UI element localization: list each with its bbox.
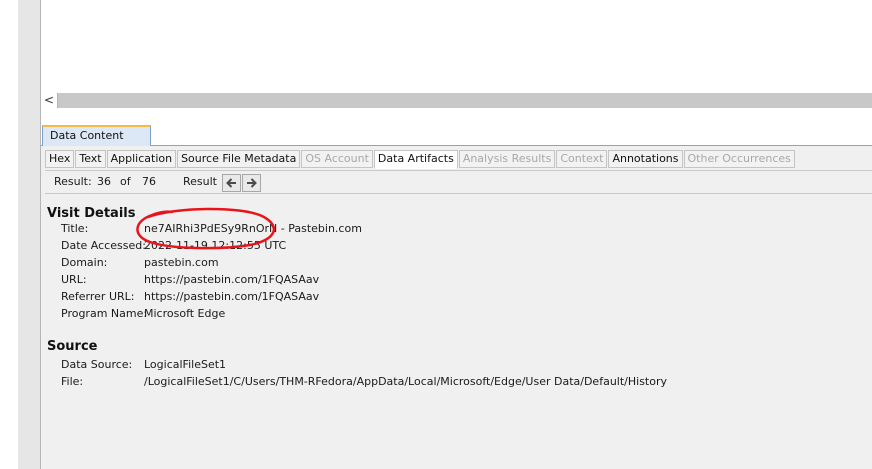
detail-label: Program Name: xyxy=(61,307,148,320)
left-margin xyxy=(0,0,40,469)
pane-divider xyxy=(40,108,872,124)
tab-os-account[interactable]: OS Account xyxy=(301,150,373,168)
content-viewer: Hex Text Application Source File Metadat… xyxy=(40,146,872,469)
detail-label: URL: xyxy=(61,273,87,286)
arrow-right-icon xyxy=(247,178,257,188)
source-heading: Source xyxy=(47,339,98,354)
tab-data-artifacts[interactable]: Data Artifacts xyxy=(373,150,458,169)
detail-label: File: xyxy=(61,375,84,388)
result-label: Result: xyxy=(54,175,92,188)
horizontal-scrollbar[interactable]: < xyxy=(40,93,872,108)
detail-value: LogicalFileSet1 xyxy=(144,358,227,371)
detail-label: Title: xyxy=(61,222,89,235)
result-of-label: of xyxy=(120,175,131,188)
viewer-subtabs: Hex Text Application Source File Metadat… xyxy=(45,150,796,169)
next-result-button[interactable] xyxy=(242,174,261,192)
tab-other-occurrences[interactable]: Other Occurrences xyxy=(683,150,795,168)
tab-annotations[interactable]: Annotations xyxy=(608,150,683,168)
detail-label: Data Source: xyxy=(61,358,133,371)
scroll-left-icon[interactable]: < xyxy=(41,93,58,108)
detail-value: pastebin.com xyxy=(144,256,219,269)
left-gutter xyxy=(18,0,40,469)
visit-details-heading: Visit Details xyxy=(47,206,136,221)
tab-hex[interactable]: Hex xyxy=(45,150,75,168)
detail-value: ne7AIRhi3PdESy9RnOrN - Pastebin.com xyxy=(144,222,362,235)
detail-value: 2022-11-19 12:12:55 UTC xyxy=(144,239,287,252)
tab-application[interactable]: Application xyxy=(106,150,177,168)
tab-source-file-metadata[interactable]: Source File Metadata xyxy=(177,150,301,168)
tab-data-content[interactable]: Data Content xyxy=(42,125,151,146)
tab-analysis-results[interactable]: Analysis Results xyxy=(458,150,556,168)
detail-label: Date Accessed: xyxy=(61,239,146,252)
result-navigation-bar: Result: 36 of 76 Result xyxy=(45,170,872,194)
detail-value: https://pastebin.com/1FQASAav xyxy=(144,290,320,303)
result-current: 36 xyxy=(97,175,111,188)
tab-text[interactable]: Text xyxy=(75,150,106,168)
detail-label: Domain: xyxy=(61,256,108,269)
content-viewer-tabstrip: Data Content xyxy=(40,124,872,146)
tab-context[interactable]: Context xyxy=(556,150,608,168)
result-total: 76 xyxy=(142,175,156,188)
arrow-left-icon xyxy=(226,178,236,188)
detail-value: https://pastebin.com/1FQASAav xyxy=(144,273,320,286)
detail-label: Referrer URL: xyxy=(61,290,135,303)
detail-value: Microsoft Edge xyxy=(144,307,226,320)
previous-result-button[interactable] xyxy=(222,174,241,192)
result-nav-label: Result xyxy=(183,175,217,188)
detail-value: /LogicalFileSet1/C/Users/THM-RFedora/App… xyxy=(144,375,667,388)
results-table-pane[interactable] xyxy=(40,0,872,93)
